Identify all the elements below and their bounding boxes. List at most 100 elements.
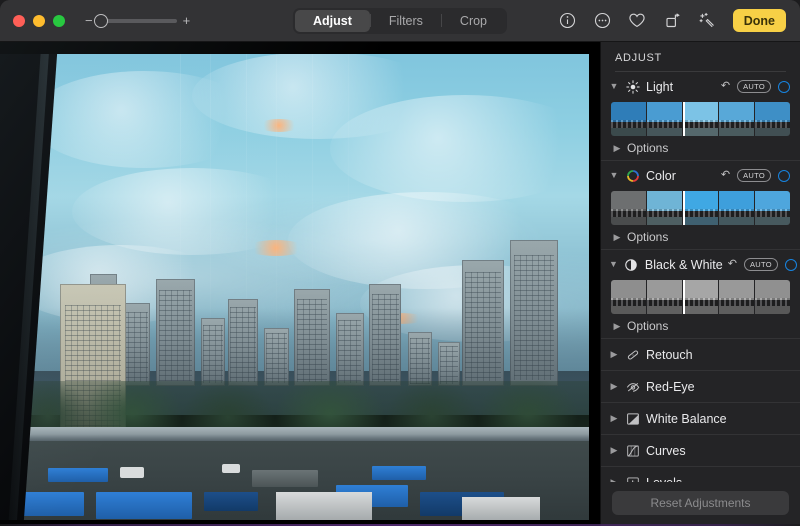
bw-preset-thumb[interactable] bbox=[755, 280, 790, 314]
chevron-down-icon[interactable]: ▼ bbox=[609, 171, 619, 180]
toggle-bw[interactable] bbox=[784, 258, 797, 271]
chevron-down-icon[interactable]: ▼ bbox=[609, 260, 618, 269]
undo-icon[interactable]: ↶ bbox=[728, 259, 737, 270]
tab-adjust[interactable]: Adjust bbox=[294, 9, 370, 32]
building bbox=[201, 317, 225, 386]
auto-button-light[interactable]: AUTO bbox=[737, 80, 771, 93]
light-preset-thumb[interactable] bbox=[755, 102, 790, 136]
building bbox=[369, 284, 402, 386]
light-preset-thumb[interactable] bbox=[647, 102, 682, 136]
retouch-bandage-icon bbox=[624, 346, 641, 363]
bw-preset-thumb-selected[interactable] bbox=[683, 280, 718, 314]
photo-canvas[interactable] bbox=[0, 42, 600, 526]
cloud-shape bbox=[330, 95, 600, 202]
light-preset-strip[interactable] bbox=[611, 102, 790, 136]
zoom-slider-track[interactable] bbox=[93, 13, 177, 28]
building bbox=[156, 279, 195, 386]
undo-icon[interactable]: ↶ bbox=[721, 81, 730, 92]
sidebar-item-curves[interactable]: ▶ Curves bbox=[601, 434, 800, 466]
tab-filters[interactable]: Filters bbox=[371, 10, 441, 32]
close-button[interactable] bbox=[13, 14, 25, 27]
sidebar-item-red-eye[interactable]: ▶ Red-Eye bbox=[601, 370, 800, 402]
color-preset-strip[interactable] bbox=[611, 191, 790, 225]
sidebar-label-white-balance: White Balance bbox=[646, 411, 727, 426]
building bbox=[408, 332, 432, 386]
bw-options-label: Options bbox=[627, 319, 669, 333]
chevron-right-icon[interactable]: ▶ bbox=[613, 321, 621, 331]
bw-options-row[interactable]: ▶ Options bbox=[601, 314, 800, 338]
more-options-icon[interactable] bbox=[593, 11, 612, 30]
building bbox=[294, 288, 330, 386]
chevron-right-icon[interactable]: ▶ bbox=[609, 414, 619, 423]
light-preset-thumb[interactable] bbox=[611, 102, 646, 136]
auto-enhance-icon[interactable] bbox=[698, 11, 717, 30]
sidebar-item-retouch[interactable]: ▶ Retouch bbox=[601, 338, 800, 370]
toolbar-actions: Done bbox=[558, 9, 800, 32]
color-preset-thumb[interactable] bbox=[647, 191, 682, 225]
color-options-row[interactable]: ▶ Options bbox=[601, 225, 800, 249]
zoom-slider-knob[interactable] bbox=[93, 13, 108, 28]
light-preset-thumb-selected[interactable] bbox=[683, 102, 718, 136]
sidebar-item-white-balance[interactable]: ▶ White Balance bbox=[601, 402, 800, 434]
color-wheel-icon bbox=[624, 167, 641, 184]
chevron-right-icon[interactable]: ▶ bbox=[609, 382, 619, 391]
levels-icon bbox=[624, 474, 641, 482]
building bbox=[336, 313, 364, 386]
rotate-icon[interactable] bbox=[663, 11, 682, 30]
reset-adjustments-button[interactable]: Reset Adjustments bbox=[612, 491, 789, 515]
light-options-row[interactable]: ▶ Options bbox=[601, 136, 800, 160]
market-tarp bbox=[204, 492, 258, 512]
group-light[interactable]: ▼ Light ↶ AUTO bbox=[601, 72, 800, 101]
sun-icon bbox=[624, 78, 641, 95]
sidebar-footer: Reset Adjustments bbox=[601, 482, 800, 526]
toggle-light[interactable] bbox=[778, 80, 790, 93]
group-label-light: Light bbox=[646, 79, 674, 94]
group-black-and-white[interactable]: ▼ Black & White ↶ AUTO bbox=[601, 249, 800, 279]
contrast-circle-icon bbox=[623, 256, 640, 273]
color-preset-thumb[interactable] bbox=[611, 191, 646, 225]
bw-preset-thumb[interactable] bbox=[719, 280, 754, 314]
building bbox=[510, 240, 558, 386]
bw-preset-thumb[interactable] bbox=[611, 280, 646, 314]
sidebar-item-levels[interactable]: ▶ Levels bbox=[601, 466, 800, 482]
color-preset-thumb-selected[interactable] bbox=[683, 191, 718, 225]
group-color[interactable]: ▼ Color ↶ AUTO bbox=[601, 160, 800, 190]
zoom-in-icon[interactable]: + bbox=[183, 14, 191, 27]
minimize-button[interactable] bbox=[33, 14, 45, 27]
group-controls-light: ↶ AUTO bbox=[721, 80, 790, 93]
bw-preset-thumb[interactable] bbox=[647, 280, 682, 314]
chevron-right-icon[interactable]: ▶ bbox=[609, 446, 619, 455]
sun-glow bbox=[258, 119, 300, 133]
tab-crop[interactable]: Crop bbox=[442, 10, 505, 32]
red-eye-icon bbox=[624, 378, 641, 395]
sidebar-label-retouch: Retouch bbox=[646, 347, 693, 362]
zoom-out-icon[interactable]: − bbox=[85, 14, 93, 27]
undo-icon[interactable]: ↶ bbox=[721, 170, 730, 181]
auto-button-color[interactable]: AUTO bbox=[737, 169, 771, 182]
adjustments-list[interactable]: ▼ Light ↶ AUTO ▶ Options ▼ Color ↶ AUTO … bbox=[601, 72, 800, 482]
color-preset-thumb[interactable] bbox=[719, 191, 754, 225]
sidebar-label-curves: Curves bbox=[646, 443, 686, 458]
group-label-black-and-white: Black & White bbox=[644, 257, 723, 272]
color-preset-thumb[interactable] bbox=[755, 191, 790, 225]
market-tarp bbox=[372, 465, 426, 481]
favorite-heart-icon[interactable] bbox=[628, 11, 647, 30]
editor-body: ADJUST ▼ Light ↶ AUTO ▶ Options ▼ Color … bbox=[0, 42, 800, 526]
zoom-slider-control[interactable]: − + bbox=[85, 13, 191, 28]
auto-button-bw[interactable]: AUTO bbox=[743, 258, 778, 271]
info-icon[interactable] bbox=[558, 11, 577, 30]
bw-preset-strip[interactable] bbox=[611, 280, 790, 314]
toggle-color[interactable] bbox=[778, 169, 790, 182]
adjust-sidebar: ADJUST ▼ Light ↶ AUTO ▶ Options ▼ Color … bbox=[600, 42, 800, 526]
building bbox=[462, 259, 504, 386]
maximize-button[interactable] bbox=[53, 14, 65, 27]
light-preset-thumb[interactable] bbox=[719, 102, 754, 136]
chevron-right-icon[interactable]: ▶ bbox=[613, 232, 621, 242]
chevron-right-icon[interactable]: ▶ bbox=[613, 143, 621, 153]
done-button[interactable]: Done bbox=[732, 9, 786, 32]
window-toolbar: − + Adjust Filters Crop Done bbox=[0, 0, 800, 42]
chevron-down-icon[interactable]: ▼ bbox=[609, 82, 619, 91]
chevron-right-icon[interactable]: ▶ bbox=[609, 350, 619, 359]
photo-letterbox-top bbox=[0, 42, 600, 54]
color-options-label: Options bbox=[627, 230, 669, 244]
